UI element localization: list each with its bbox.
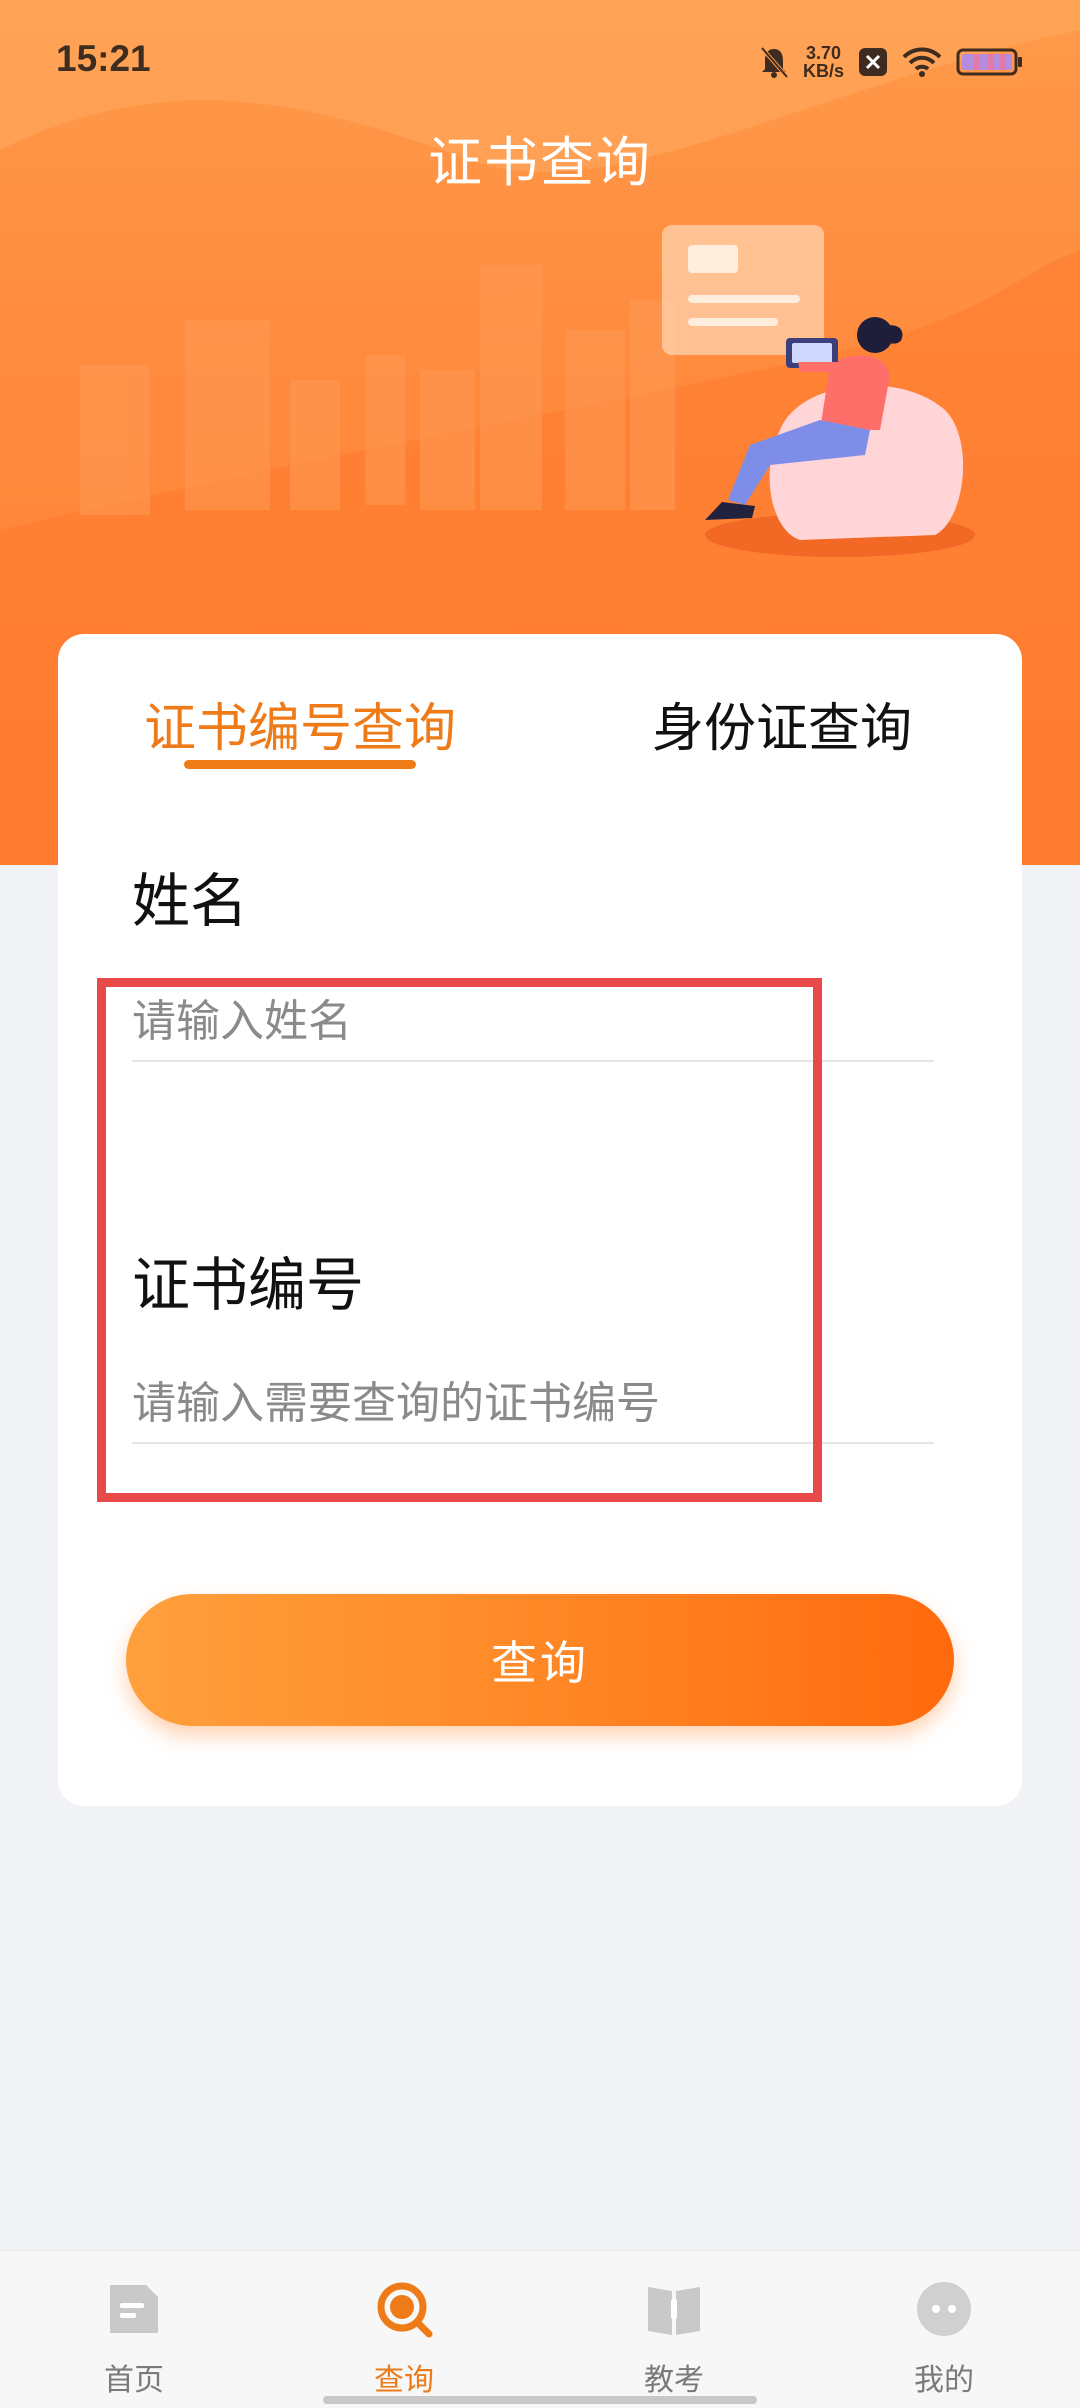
nav-item-mine[interactable]: 我的 xyxy=(844,2251,1044,2408)
book-icon xyxy=(648,2287,700,2335)
active-tab-indicator xyxy=(184,760,416,769)
search-icon xyxy=(377,2282,433,2338)
status-bar: 15:21 3.70 KB/s xyxy=(0,0,1080,120)
query-button[interactable]: 查询 xyxy=(126,1594,954,1726)
cert-number-label: 证书编号 xyxy=(132,1251,365,1319)
nav-label-home: 首页 xyxy=(104,2363,164,2398)
profile-icon xyxy=(917,2282,971,2336)
nav-label-mine: 我的 xyxy=(914,2363,974,2398)
home-indicator xyxy=(323,2396,757,2404)
name-label: 姓名 xyxy=(132,867,249,935)
net-speed-unit: KB/s xyxy=(802,61,844,81)
close-badge-icon xyxy=(859,48,887,76)
net-speed: 3.70 KB/s xyxy=(803,44,844,80)
nav-item-query[interactable]: 查询 xyxy=(304,2251,504,2408)
nav-label-teach-exam: 教考 xyxy=(644,2363,704,2398)
page-title: 证书查询 xyxy=(428,131,652,194)
battery-icon xyxy=(956,48,1022,76)
tab-cert-number-query[interactable]: 证书编号查询 xyxy=(144,686,456,761)
name-input[interactable] xyxy=(132,992,934,1062)
home-doc-icon xyxy=(110,2285,158,2333)
status-icons: 3.70 KB/s xyxy=(759,42,1024,82)
nav-item-home[interactable]: 首页 xyxy=(34,2251,234,2408)
wifi-icon xyxy=(902,47,942,77)
status-time: 15:21 xyxy=(56,38,151,79)
nav-label-query: 查询 xyxy=(374,2363,434,2398)
bell-off-icon xyxy=(760,46,789,79)
net-speed-value: 3.70 xyxy=(805,43,842,63)
tab-id-card-query[interactable]: 身份证查询 xyxy=(652,686,912,761)
bottom-nav: 首页 查询 教考 我的 xyxy=(0,2250,1080,2408)
nav-item-teach-exam[interactable]: 教考 xyxy=(574,2251,774,2408)
query-card: 证书编号查询 身份证查询 姓名 证书编号 查询 xyxy=(58,634,1022,1806)
cert-number-input[interactable] xyxy=(132,1374,934,1444)
